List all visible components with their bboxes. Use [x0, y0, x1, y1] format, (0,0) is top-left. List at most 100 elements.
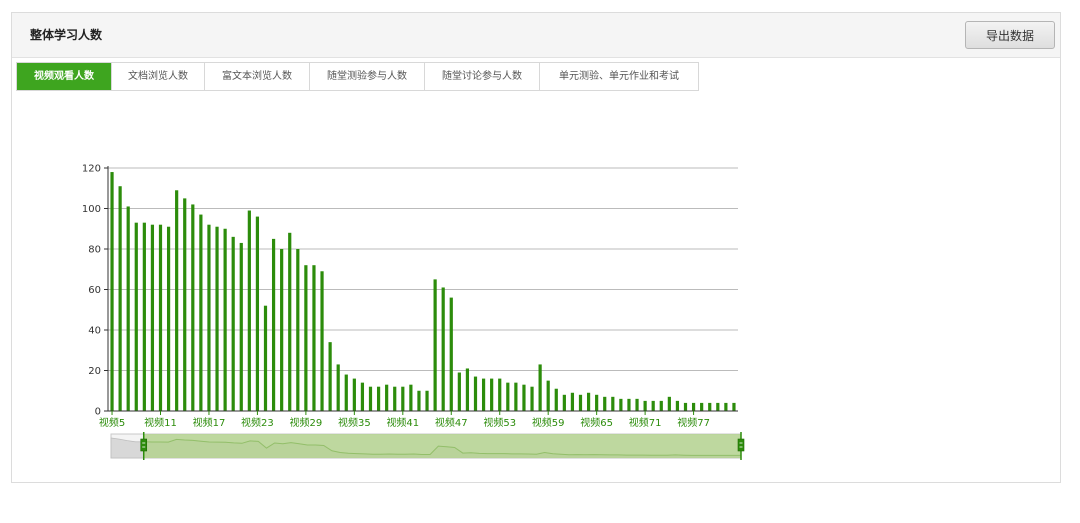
bar-视频48	[457, 372, 461, 411]
bar-视频39	[385, 384, 389, 411]
y-tick-label: 120	[82, 164, 101, 175]
y-tick-label: 20	[88, 366, 101, 377]
bar-视频16	[199, 214, 203, 411]
x-tick-label: 视频59	[532, 416, 565, 429]
bar-视频23	[255, 216, 260, 411]
bar-视频9	[142, 222, 146, 411]
bar-视频82	[732, 402, 736, 411]
y-tick-label: 0	[95, 407, 101, 418]
bar-视频50	[473, 376, 478, 411]
bar-视频19	[223, 228, 227, 411]
bar-视频31	[320, 271, 324, 411]
zoom-end-handle[interactable]	[737, 438, 745, 452]
bar-视频37	[368, 386, 373, 411]
bar-视频12	[166, 226, 171, 411]
bar-视频49	[465, 368, 470, 411]
bar-视频64	[586, 392, 591, 411]
bar-视频44	[425, 390, 429, 411]
bar-视频29	[304, 265, 308, 411]
x-tick-label: 视频17	[193, 416, 226, 429]
bar-视频62	[570, 392, 575, 411]
bar-视频77	[691, 402, 696, 411]
bars	[110, 172, 736, 412]
bar-视频7	[126, 206, 130, 411]
bar-视频70	[635, 398, 639, 411]
x-tick-label: 视频53	[483, 416, 516, 429]
bar-视频27	[288, 232, 292, 411]
bar-视频33	[336, 364, 340, 411]
bar-视频66	[603, 396, 607, 411]
bar-视频13	[175, 190, 179, 411]
bar-视频25	[271, 238, 276, 412]
bar-视频79	[708, 402, 712, 411]
bar-视频5	[110, 172, 114, 411]
x-tick-label: 视频77	[677, 416, 710, 429]
x-tick-label: 视频47	[435, 416, 468, 429]
x-tick-label: 视频11	[144, 416, 177, 429]
x-tick-label: 视频23	[241, 416, 274, 429]
bar-视频38	[376, 386, 381, 411]
bar-视频28	[296, 249, 300, 411]
y-tick-label: 60	[88, 285, 101, 296]
bar-视频53	[498, 378, 502, 411]
bar-视频8	[134, 222, 138, 411]
bar-视频36	[360, 382, 365, 411]
bar-视频17	[207, 224, 211, 411]
bar-视频41	[401, 386, 405, 411]
x-tick-label: 视频29	[290, 416, 323, 429]
bar-视频47	[449, 297, 453, 411]
bar-视频60	[554, 388, 558, 411]
bar-视频14	[183, 198, 187, 412]
bar-视频80	[716, 402, 720, 411]
bar-视频11	[158, 224, 163, 411]
y-tick-label: 40	[88, 326, 101, 337]
bar-视频22	[247, 210, 251, 411]
video-views-bar-chart: 0 20 40 60 80 100 120 视频5 视频11 视频17 视频23 视频29 视频35 视频…	[82, 164, 745, 460]
zoom-slider	[110, 432, 745, 460]
bar-视频59	[546, 380, 550, 412]
zoom-start-handle[interactable]	[140, 438, 148, 452]
y-tick-label: 100	[82, 204, 101, 215]
bar-视频52	[490, 378, 494, 411]
bar-视频20	[231, 236, 235, 411]
bar-视频65	[595, 394, 599, 411]
bar-视频68	[619, 398, 623, 411]
x-tick-label: 视频41	[386, 416, 419, 429]
bar-视频43	[417, 390, 421, 411]
bar-视频24	[263, 305, 268, 411]
x-tick-label: 视频5	[99, 416, 125, 429]
bar-视频54	[506, 382, 510, 411]
bar-视频81	[724, 402, 728, 411]
bar-视频69	[627, 398, 631, 411]
bar-视频40	[393, 386, 397, 411]
grid-lines	[108, 167, 738, 371]
bar-视频61	[562, 394, 566, 411]
bar-视频57	[530, 386, 534, 411]
bar-视频30	[312, 265, 316, 411]
bar-视频10	[150, 224, 155, 411]
bar-视频55	[514, 382, 518, 411]
x-tick-label: 视频65	[580, 416, 613, 429]
bar-视频18	[215, 226, 219, 411]
bar-视频42	[409, 384, 413, 411]
bar-视频58	[538, 364, 542, 411]
bar-视频56	[522, 384, 526, 411]
bar-视频32	[328, 342, 332, 411]
bar-视频71	[643, 400, 647, 412]
bar-视频34	[344, 374, 348, 411]
x-tick-label: 视频71	[629, 416, 662, 429]
bar-视频67	[611, 396, 615, 411]
bar-视频51	[481, 378, 486, 411]
bar-视频75	[675, 400, 680, 412]
bar-视频45	[433, 279, 437, 412]
x-tick-label: 视频35	[338, 416, 371, 429]
y-tick-label: 80	[88, 245, 101, 256]
bar-视频6	[118, 186, 122, 411]
bar-视频46	[441, 287, 445, 411]
bar-视频21	[239, 242, 243, 411]
bar-视频26	[280, 249, 284, 411]
bar-视频74	[667, 396, 671, 411]
bar-视频72	[651, 400, 655, 412]
bar-视频35	[352, 378, 356, 411]
bar-视频76	[683, 402, 688, 411]
